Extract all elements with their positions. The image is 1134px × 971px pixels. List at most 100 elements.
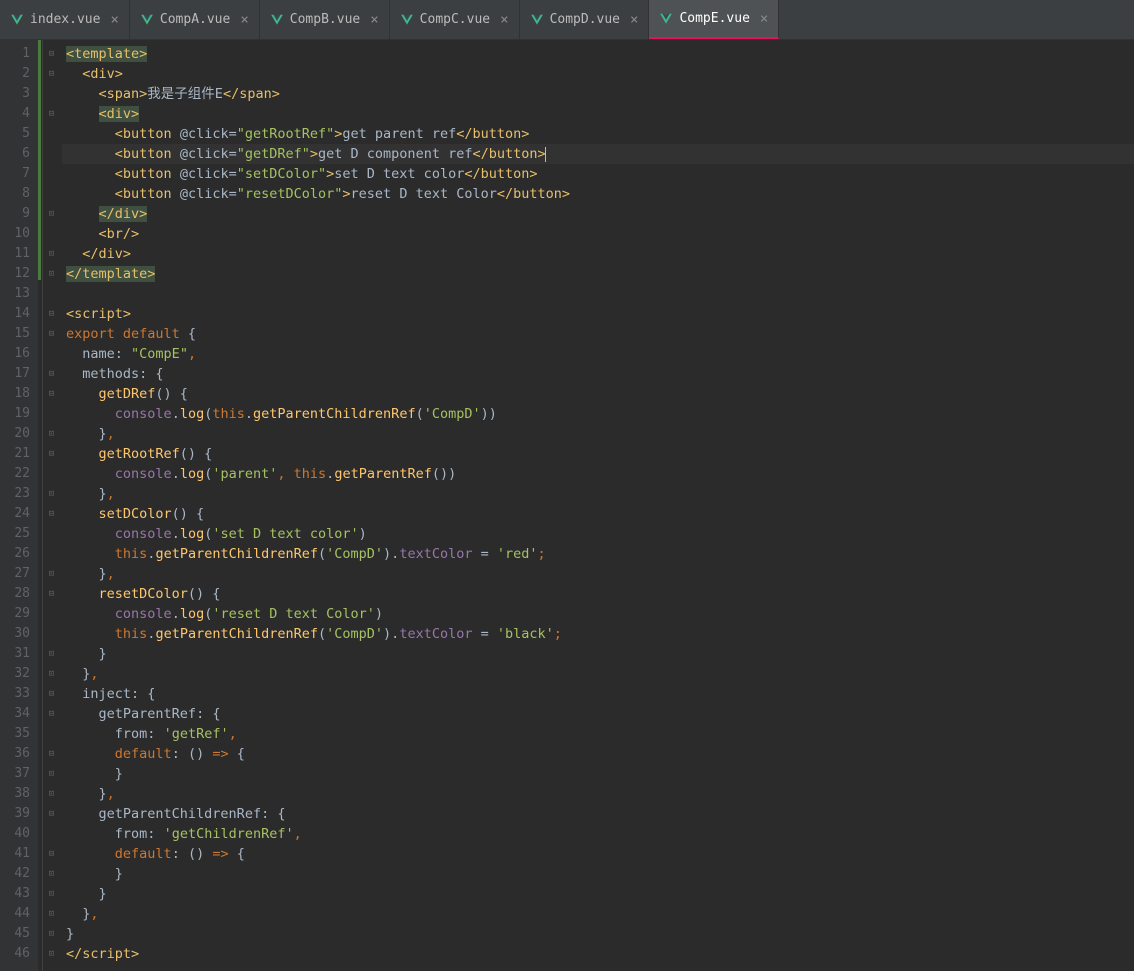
code-area[interactable]: <template> <div> <span>我是子组件E</span> <di… — [60, 40, 1134, 971]
tab-CompC-vue[interactable]: CompC.vue× — [390, 0, 520, 39]
code-line[interactable]: console.log('reset D text Color') — [62, 604, 1134, 624]
fold-marker[interactable] — [43, 604, 60, 624]
fold-gutter[interactable]: ⊟⊟⊟⊡⊡⊡⊟⊟⊟⊟⊡⊟⊡⊟⊡⊟⊡⊡⊟⊟⊟⊡⊡⊟⊟⊡⊡⊡⊡⊡ — [42, 40, 60, 971]
fold-marker[interactable]: ⊟ — [43, 64, 60, 84]
tab-CompB-vue[interactable]: CompB.vue× — [260, 0, 390, 39]
fold-marker[interactable]: ⊡ — [43, 864, 60, 884]
fold-marker[interactable]: ⊡ — [43, 644, 60, 664]
code-line[interactable]: } — [62, 884, 1134, 904]
code-line[interactable] — [62, 284, 1134, 304]
fold-marker[interactable]: ⊡ — [43, 944, 60, 964]
tab-CompE-vue[interactable]: CompE.vue× — [649, 0, 779, 39]
code-line[interactable]: } — [62, 644, 1134, 664]
fold-marker[interactable] — [43, 184, 60, 204]
fold-marker[interactable]: ⊡ — [43, 424, 60, 444]
fold-marker[interactable] — [43, 284, 60, 304]
close-icon[interactable]: × — [500, 12, 508, 28]
code-line[interactable]: this.getParentChildrenRef('CompD').textC… — [62, 544, 1134, 564]
code-line[interactable]: default: () => { — [62, 844, 1134, 864]
fold-marker[interactable]: ⊡ — [43, 264, 60, 284]
fold-marker[interactable]: ⊟ — [43, 304, 60, 324]
code-line[interactable]: getRootRef() { — [62, 444, 1134, 464]
close-icon[interactable]: × — [370, 12, 378, 28]
tab-CompA-vue[interactable]: CompA.vue× — [130, 0, 260, 39]
fold-marker[interactable]: ⊟ — [43, 584, 60, 604]
fold-marker[interactable] — [43, 464, 60, 484]
code-line[interactable]: getParentRef: { — [62, 704, 1134, 724]
fold-marker[interactable] — [43, 224, 60, 244]
fold-marker[interactable]: ⊡ — [43, 884, 60, 904]
fold-marker[interactable]: ⊟ — [43, 444, 60, 464]
tab-CompD-vue[interactable]: CompD.vue× — [520, 0, 650, 39]
fold-marker[interactable]: ⊡ — [43, 664, 60, 684]
code-line[interactable]: from: 'getChildrenRef', — [62, 824, 1134, 844]
code-line[interactable]: </script> — [62, 944, 1134, 964]
fold-marker[interactable]: ⊡ — [43, 784, 60, 804]
code-line[interactable]: this.getParentChildrenRef('CompD').textC… — [62, 624, 1134, 644]
code-line[interactable]: } — [62, 764, 1134, 784]
fold-marker[interactable]: ⊡ — [43, 924, 60, 944]
code-line[interactable]: <div> — [62, 104, 1134, 124]
fold-marker[interactable] — [43, 344, 60, 364]
fold-marker[interactable] — [43, 544, 60, 564]
code-line[interactable]: <template> — [62, 44, 1134, 64]
code-line[interactable]: resetDColor() { — [62, 584, 1134, 604]
code-line[interactable]: inject: { — [62, 684, 1134, 704]
close-icon[interactable]: × — [110, 12, 118, 28]
code-line[interactable]: } — [62, 924, 1134, 944]
fold-marker[interactable]: ⊟ — [43, 704, 60, 724]
fold-marker[interactable]: ⊡ — [43, 904, 60, 924]
fold-marker[interactable]: ⊟ — [43, 684, 60, 704]
fold-marker[interactable] — [43, 124, 60, 144]
fold-marker[interactable] — [43, 524, 60, 544]
fold-marker[interactable] — [43, 624, 60, 644]
code-line[interactable]: setDColor() { — [62, 504, 1134, 524]
fold-marker[interactable] — [43, 164, 60, 184]
tab-index-vue[interactable]: index.vue× — [0, 0, 130, 39]
fold-marker[interactable]: ⊡ — [43, 484, 60, 504]
code-line[interactable]: </template> — [62, 264, 1134, 284]
close-icon[interactable]: × — [630, 12, 638, 28]
fold-marker[interactable]: ⊟ — [43, 324, 60, 344]
code-line[interactable]: <button @click="resetDColor">reset D tex… — [62, 184, 1134, 204]
code-line[interactable]: getParentChildrenRef: { — [62, 804, 1134, 824]
fold-marker[interactable]: ⊡ — [43, 204, 60, 224]
code-line[interactable]: methods: { — [62, 364, 1134, 384]
fold-marker[interactable]: ⊡ — [43, 244, 60, 264]
code-line[interactable]: </div> — [62, 204, 1134, 224]
fold-marker[interactable] — [43, 84, 60, 104]
code-line[interactable]: }, — [62, 784, 1134, 804]
code-line[interactable]: } — [62, 864, 1134, 884]
fold-marker[interactable] — [43, 144, 60, 164]
code-line[interactable]: name: "CompE", — [62, 344, 1134, 364]
code-line[interactable]: }, — [62, 904, 1134, 924]
code-line[interactable]: <br/> — [62, 224, 1134, 244]
close-icon[interactable]: × — [240, 12, 248, 28]
fold-marker[interactable]: ⊟ — [43, 744, 60, 764]
code-line[interactable]: </div> — [62, 244, 1134, 264]
code-line[interactable]: from: 'getRef', — [62, 724, 1134, 744]
code-line[interactable]: console.log(this.getParentChildrenRef('C… — [62, 404, 1134, 424]
code-line[interactable]: }, — [62, 484, 1134, 504]
code-line[interactable]: <button @click="getRootRef">get parent r… — [62, 124, 1134, 144]
code-line[interactable]: default: () => { — [62, 744, 1134, 764]
fold-marker[interactable]: ⊡ — [43, 564, 60, 584]
code-line[interactable]: <span>我是子组件E</span> — [62, 84, 1134, 104]
fold-marker[interactable]: ⊡ — [43, 764, 60, 784]
code-line[interactable]: console.log('set D text color') — [62, 524, 1134, 544]
fold-marker[interactable] — [43, 824, 60, 844]
fold-marker[interactable]: ⊟ — [43, 44, 60, 64]
fold-marker[interactable]: ⊟ — [43, 504, 60, 524]
close-icon[interactable]: × — [760, 11, 768, 27]
fold-marker[interactable]: ⊟ — [43, 844, 60, 864]
code-line[interactable]: <div> — [62, 64, 1134, 84]
code-line[interactable]: }, — [62, 564, 1134, 584]
code-line[interactable]: }, — [62, 424, 1134, 444]
code-editor[interactable]: 1234567891011121314151617181920212223242… — [0, 40, 1134, 971]
fold-marker[interactable]: ⊟ — [43, 804, 60, 824]
code-line[interactable]: <button @click="setDColor">set D text co… — [62, 164, 1134, 184]
code-line[interactable]: console.log('parent', this.getParentRef(… — [62, 464, 1134, 484]
fold-marker[interactable]: ⊟ — [43, 364, 60, 384]
fold-marker[interactable]: ⊟ — [43, 104, 60, 124]
code-line[interactable]: getDRef() { — [62, 384, 1134, 404]
